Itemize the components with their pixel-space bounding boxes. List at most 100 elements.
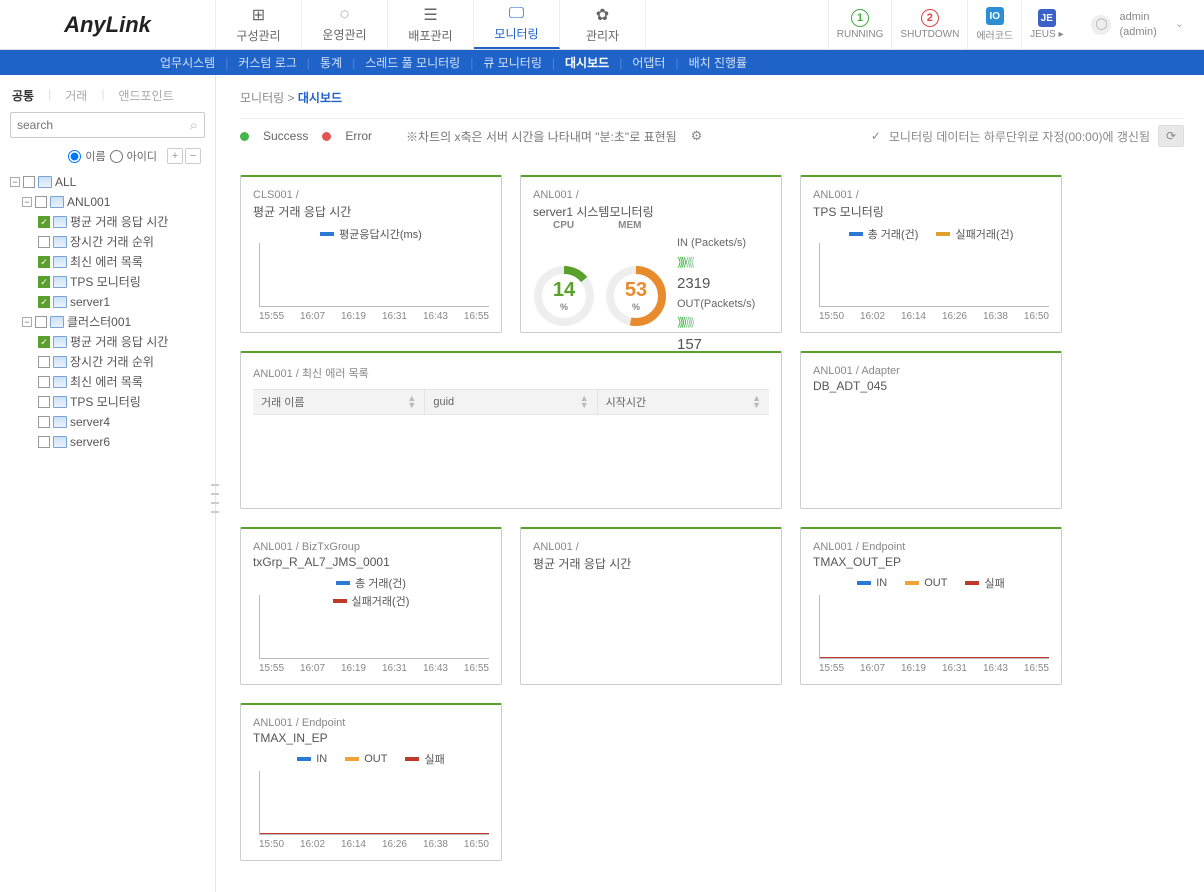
tree-item[interactable]: ✓TPS 모니터링 — [38, 272, 205, 292]
subnav-dashboard[interactable]: 대시보드 — [555, 54, 619, 71]
radio-name[interactable] — [68, 150, 81, 163]
status-jeus[interactable]: JEJEUS ▸ — [1021, 0, 1071, 49]
card-avg-response-2: ANL001 / 평균 거래 응답 시간 — [520, 527, 782, 685]
cluster-icon — [50, 316, 64, 328]
tree-anl001[interactable]: −ANL001 — [22, 192, 205, 212]
tab-deploy[interactable]: ☰배포관리 — [388, 0, 474, 49]
success-dot-icon — [240, 132, 249, 141]
monitor-icon: 🖵 — [509, 5, 524, 23]
check-icon: ✓ — [871, 129, 881, 143]
legend-swatch-icon — [320, 232, 334, 236]
je-icon: JE — [1038, 9, 1056, 27]
sort-icon: ▲▼ — [407, 395, 416, 409]
expand-button[interactable]: + — [167, 148, 183, 164]
resize-handle[interactable] — [211, 484, 219, 514]
gear-icon[interactable]: ⚙ — [691, 128, 703, 144]
subnav-adapter[interactable]: 어댑터 — [622, 54, 675, 71]
arrow-in-icon: ⟪⟪ — [685, 255, 692, 269]
user-menu[interactable]: ◯ admin(admin) ⌄ — [1071, 10, 1204, 39]
main-tabs: ⊞구성관리 ◌운영관리 ☰배포관리 🖵모니터링 ✿관리자 — [216, 0, 828, 49]
card-tps: ANL001 / TPS 모니터링 총 거래(건)실패거래(건) 15:5016… — [800, 175, 1062, 333]
search-icon[interactable]: ⌕ — [190, 117, 198, 134]
tree-cluster[interactable]: −클러스터001 — [22, 312, 205, 332]
content: 모니터링 > 대시보드 Success Error ※차트의 x축은 서버 시간… — [216, 75, 1204, 892]
tree-all[interactable]: −ALL — [10, 172, 205, 192]
tree-item[interactable]: 최신 에러 목록 — [38, 372, 205, 392]
col-start[interactable]: 시작시간▲▼ — [598, 390, 769, 414]
tree-item[interactable]: server6 — [38, 432, 205, 452]
radio-id[interactable] — [110, 150, 123, 163]
header: AnyLink ⊞구성관리 ◌운영관리 ☰배포관리 🖵모니터링 ✿관리자 1RU… — [0, 0, 1204, 50]
monitor-icon — [53, 256, 67, 268]
avatar-icon: ◯ — [1091, 15, 1111, 35]
legend-swatch-icon — [336, 581, 350, 585]
tree: −ALL −ANL001 ✓평균 거래 응답 시간 장시간 거래 순위 ✓최신 … — [10, 172, 205, 452]
card-avg-response: CLS001 / 평균 거래 응답 시간 평균응답시간(ms) 15:5516:… — [240, 175, 502, 333]
tab-admin[interactable]: ✿관리자 — [560, 0, 646, 49]
sort-icon: ▲▼ — [752, 395, 761, 409]
axis-note: ※차트의 x축은 서버 시간을 나타내며 "분:초"로 표현됨 — [406, 128, 677, 145]
status-row: Success Error ※차트의 x축은 서버 시간을 나타내며 "분:초"… — [240, 118, 1184, 161]
monitor-icon — [53, 396, 67, 408]
refresh-text: 모니터링 데이터는 하루단위로 자정(00:00)에 갱신됨 — [889, 128, 1150, 145]
side-tabs: 공통| 거래| 앤드포인트 — [10, 83, 205, 112]
tree-item[interactable]: 장시간 거래 순위 — [38, 352, 205, 372]
arrow-out-icon: ⟫⟫ — [677, 315, 684, 329]
status-shutdown[interactable]: 2SHUTDOWN — [891, 0, 967, 49]
io-icon: IO — [986, 7, 1004, 25]
search-input[interactable] — [17, 118, 190, 132]
subnav-biz[interactable]: 업무시스템 — [150, 54, 225, 71]
sidetab-tx[interactable]: 거래 — [65, 87, 87, 104]
user-sub: (admin) — [1119, 25, 1156, 39]
sidebar: 공통| 거래| 앤드포인트 ⌕ 이름 아이디 + − −ALL −ANL001 … — [0, 75, 216, 892]
tree-item[interactable]: server4 — [38, 412, 205, 432]
arrow-out-icon: ⟫⟫ — [685, 315, 692, 329]
error-table-header: 거래 이름▲▼ guid▲▼ 시작시간▲▼ — [253, 389, 769, 415]
radio-row: 이름 아이디 + − — [10, 138, 205, 172]
chevron-down-icon: ⌄ — [1175, 17, 1184, 31]
subnav-stats[interactable]: 통계 — [310, 54, 352, 71]
net-stats: IN (Packets/s) ⟫⟫ ⟪⟪ 2319 OUT(Packets/s)… — [677, 235, 755, 357]
card-biztxgroup: ANL001 / BizTxGroup txGrp_R_AL7_JMS_0001… — [240, 527, 502, 685]
tab-operate[interactable]: ◌운영관리 — [302, 0, 388, 49]
subnav-queue[interactable]: 큐 모니터링 — [473, 54, 552, 71]
tree-item[interactable]: ✓최신 에러 목록 — [38, 252, 205, 272]
tree-item[interactable]: ✓평균 거래 응답 시간 — [38, 332, 205, 352]
error-dot-icon — [322, 132, 331, 141]
card-endpoint-out: ANL001 / Endpoint TMAX_OUT_EP INOUT실패 15… — [800, 527, 1062, 685]
subnav-threadpool[interactable]: 스레드 풀 모니터링 — [355, 54, 470, 71]
monitor-icon — [53, 336, 67, 348]
list-icon: ☰ — [423, 5, 437, 25]
subnav-batch[interactable]: 배치 진행률 — [679, 54, 758, 71]
sidetab-common[interactable]: 공통 — [12, 87, 34, 104]
header-right: 1RUNNING 2SHUTDOWN IO에러코드 JEJEUS ▸ ◯ adm… — [828, 0, 1204, 49]
col-guid[interactable]: guid▲▼ — [425, 390, 597, 414]
mem-gauge: 53% — [605, 265, 667, 327]
sort-icon: ▲▼ — [580, 395, 589, 409]
status-errcode[interactable]: IO에러코드 — [967, 0, 1021, 49]
grid-icon: ⊞ — [252, 5, 265, 25]
subnav-customlog[interactable]: 커스텀 로그 — [228, 54, 307, 71]
collapse-button[interactable]: − — [185, 148, 201, 164]
brand-logo: AnyLink — [0, 0, 216, 49]
search-box: ⌕ — [10, 112, 205, 138]
tree-item[interactable]: ✓server1 — [38, 292, 205, 312]
col-txname[interactable]: 거래 이름▲▼ — [253, 390, 425, 414]
breadcrumb: 모니터링 > 대시보드 — [240, 89, 1184, 106]
card-error-list: ANL001 / 최신 에러 목록 거래 이름▲▼ guid▲▼ 시작시간▲▼ — [240, 351, 782, 509]
legend-swatch-icon — [849, 232, 863, 236]
tree-item[interactable]: ✓평균 거래 응답 시간 — [38, 212, 205, 232]
refresh-button[interactable]: ⟳ — [1158, 125, 1184, 147]
tab-monitoring[interactable]: 🖵모니터링 — [474, 0, 560, 49]
monitor-icon — [53, 416, 67, 428]
status-running[interactable]: 1RUNNING — [828, 0, 892, 49]
tab-config[interactable]: ⊞구성관리 — [216, 0, 302, 49]
legend-swatch-icon — [297, 757, 311, 761]
monitor-icon — [53, 376, 67, 388]
card-system-monitoring: ANL001 / server1 시스템모니터링 CPUMEM 14% 53% … — [520, 175, 782, 333]
tree-item[interactable]: TPS 모니터링 — [38, 392, 205, 412]
tree-item[interactable]: 장시간 거래 순위 — [38, 232, 205, 252]
legend-swatch-icon — [345, 757, 359, 761]
sidetab-endpoint[interactable]: 앤드포인트 — [118, 87, 173, 104]
dashboard-grid: CLS001 / 평균 거래 응답 시간 평균응답시간(ms) 15:5516:… — [240, 175, 1184, 861]
